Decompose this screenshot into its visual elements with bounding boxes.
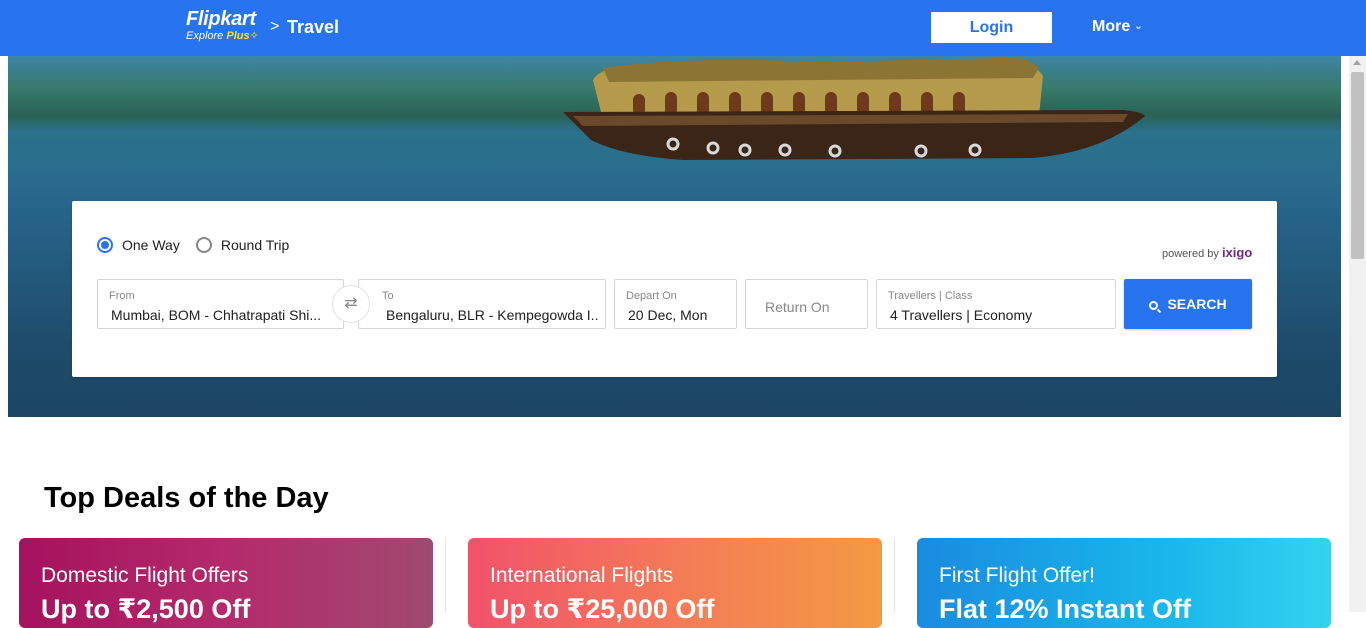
- swap-icon[interactable]: ⇄: [332, 285, 370, 323]
- deal-divider: [445, 538, 446, 612]
- chevron-down-icon: ⌄: [1134, 21, 1143, 32]
- deal-offer: Flat 12% Instant Off: [939, 594, 1192, 624]
- top-nav-bar: Flipkart Explore Plus✧ > Travel Login Mo…: [0, 0, 1366, 56]
- deal-card-domestic[interactable]: Domestic Flight Offers Up to ₹2,500 Off: [19, 538, 433, 628]
- round-trip-label[interactable]: Round Trip: [221, 237, 289, 253]
- deal-offer: Up to ₹2,500 Off: [41, 594, 251, 624]
- flipkart-logo[interactable]: Flipkart Explore Plus✧: [186, 9, 259, 42]
- page-scrollbar[interactable]: [1349, 56, 1366, 612]
- from-label: From: [109, 290, 135, 302]
- travellers-value[interactable]: 4 Travellers | Economy: [890, 307, 1032, 323]
- radio-icon[interactable]: [195, 237, 212, 253]
- depart-field[interactable]: Depart On 20 Dec, Mon: [614, 279, 737, 329]
- deal-title: International Flights: [490, 564, 674, 587]
- more-label: More: [1092, 18, 1131, 35]
- travellers-label: Travellers | Class: [888, 290, 973, 302]
- scroll-up-arrow-icon[interactable]: [1353, 60, 1361, 65]
- depart-label: Depart On: [626, 290, 677, 302]
- ixigo-logo: ixigo: [1221, 245, 1253, 260]
- to-field[interactable]: To Bengaluru, BLR - Kempegowda I...: [358, 279, 606, 329]
- search-icon: [1149, 301, 1159, 310]
- powered-by-ixigo: powered by ixigo: [1162, 245, 1252, 260]
- deal-card-international[interactable]: International Flights Up to ₹25,000 Off: [468, 538, 882, 628]
- powered-by-text: powered by: [1162, 248, 1219, 260]
- depart-value[interactable]: 20 Dec, Mon: [628, 307, 707, 323]
- scrollbar-thumb[interactable]: [1351, 72, 1364, 259]
- to-label: To: [382, 290, 394, 302]
- return-placeholder[interactable]: Return On: [765, 299, 830, 315]
- logo-sub-prefix: Explore: [186, 30, 224, 42]
- more-menu[interactable]: More ⌄: [1092, 18, 1143, 36]
- chevron-right-icon: >: [270, 18, 280, 35]
- search-button[interactable]: SEARCH: [1124, 279, 1252, 329]
- radio-icon[interactable]: [97, 237, 113, 253]
- to-value[interactable]: Bengaluru, BLR - Kempegowda I...: [386, 307, 598, 323]
- from-value[interactable]: Mumbai, BOM - Chhatrapati Shi...: [111, 307, 326, 323]
- section-title[interactable]: Travel: [287, 17, 339, 38]
- logo-sub-plus: Plus: [226, 30, 250, 42]
- houseboat-image: [563, 57, 1145, 160]
- round-trip-option[interactable]: Round Trip: [195, 237, 289, 253]
- deal-card-first-flight[interactable]: First Flight Offer! Flat 12% Instant Off: [917, 538, 1331, 628]
- one-way-option[interactable]: One Way: [97, 237, 180, 253]
- deal-offer: Up to ₹25,000 Off: [490, 594, 715, 624]
- travellers-field[interactable]: Travellers | Class 4 Travellers | Econom…: [876, 279, 1116, 329]
- deal-divider: [894, 538, 895, 612]
- top-deals-heading: Top Deals of the Day: [44, 482, 329, 514]
- login-button[interactable]: Login: [931, 12, 1052, 43]
- deal-title: Domestic Flight Offers: [41, 564, 249, 587]
- trip-type-selector: One Way Round Trip: [97, 237, 305, 253]
- return-field[interactable]: Return On: [745, 279, 868, 329]
- one-way-label[interactable]: One Way: [122, 237, 180, 253]
- from-field[interactable]: From Mumbai, BOM - Chhatrapati Shi...: [97, 279, 344, 329]
- logo-subtext: Explore Plus✧: [186, 30, 259, 42]
- search-button-label: SEARCH: [1167, 296, 1227, 312]
- logo-text: Flipkart: [186, 8, 256, 30]
- deal-title: First Flight Offer!: [939, 564, 1095, 587]
- flight-search-card: One Way Round Trip powered by ixigo From…: [72, 201, 1277, 377]
- plus-icon: ✧: [249, 30, 259, 42]
